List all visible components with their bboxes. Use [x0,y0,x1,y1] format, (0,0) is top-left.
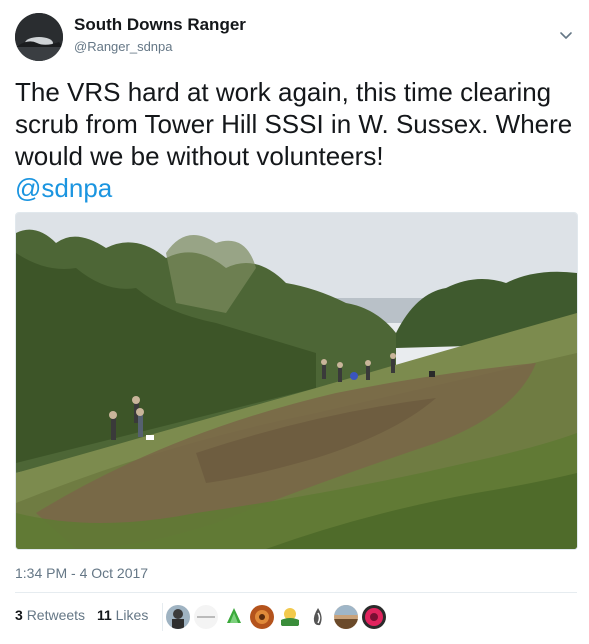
author-avatar[interactable] [15,13,63,61]
tweet-photo[interactable] [15,212,578,550]
liker-avatar[interactable] [250,605,274,629]
tweet-timestamp[interactable]: 1:34 PM - 4 Oct 2017 [15,565,148,581]
tweet-text: The VRS hard at work again, this time cl… [15,76,577,204]
tweet-header: South Downs Ranger @Ranger_sdnpa [15,13,574,63]
retweets-stat[interactable]: 3 Retweets [15,607,85,623]
tweet-body: The VRS hard at work again, this time cl… [15,77,573,171]
divider [15,592,577,593]
likers-avatars [162,603,386,631]
chevron-down-icon[interactable] [558,27,574,43]
retweets-label: Retweets [26,607,86,623]
retweets-count: 3 [15,607,23,623]
liker-avatar[interactable] [334,605,358,629]
likes-stat[interactable]: 11 Likes [97,607,148,623]
liker-avatar[interactable] [166,605,190,629]
author-handle[interactable]: @Ranger_sdnpa [74,39,172,54]
liker-avatar[interactable] [222,605,246,629]
liker-avatar[interactable] [194,605,218,629]
likes-count: 11 [96,607,112,623]
liker-avatar[interactable] [278,605,302,629]
likes-label: Likes [115,607,149,623]
tweet-stats: 3 Retweets 11 Likes [15,607,156,623]
liker-avatar[interactable] [306,605,330,629]
author-name[interactable]: South Downs Ranger [74,15,246,35]
liker-avatar[interactable] [362,605,386,629]
mention-link[interactable]: @sdnpa [15,172,577,204]
